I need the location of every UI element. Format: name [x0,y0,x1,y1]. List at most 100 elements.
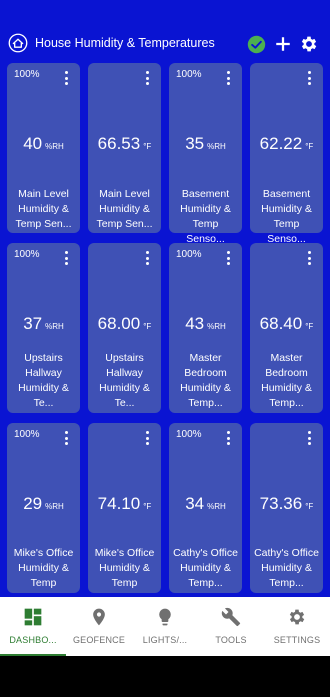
settings-gear-icon[interactable] [299,34,319,54]
reading-unit: %RH [45,142,64,151]
tile-label: Master Bedroom Humidity & Temp... [180,352,231,409]
wrench-icon [221,607,241,627]
tile-label: Basement Humidity & Temp Senso... [180,188,231,245]
reading-number: 40 [23,134,43,153]
tile-label: Mike's Office Humidity & Temp [94,547,155,589]
reading-number: 35 [185,134,205,153]
reading-number: 37 [23,314,43,333]
tile-label: Mike's Office Humidity & Temp [13,547,74,589]
reading-number: 29 [23,494,43,513]
app-root: House Humidity & Temperatures 100% 40 %RH… [0,0,330,656]
active-tab-indicator [0,654,66,656]
reading-unit: %RH [207,322,226,331]
reading-number: 68.40 [259,314,303,333]
more-options-icon[interactable] [62,71,70,85]
tile-value: 34 %RH [169,494,242,514]
tile-label: Upstairs Hallway Humidity & Te... [99,352,150,409]
nav-tools[interactable]: TOOLS [198,597,264,656]
battery-percent: 100% [14,429,40,440]
nav-dashboard[interactable]: DASHBO... [0,597,66,656]
reading-number: 73.36 [259,494,303,513]
home-icon[interactable] [8,33,28,53]
tile-value: 68.40 °F [250,314,323,334]
nav-label: SETTINGS [273,635,321,645]
battery-percent: 100% [176,249,202,260]
reading-number: 62.22 [259,134,303,153]
more-options-icon[interactable] [143,251,151,265]
check-circle-icon[interactable] [247,35,266,54]
tile-basement-temperature[interactable]: 62.22 °F Basement Humidity & Temp Senso..… [250,63,323,245]
reading-unit: °F [305,322,314,331]
reading-unit: °F [305,502,314,511]
more-options-icon[interactable] [143,71,151,85]
reading-unit: °F [305,142,314,151]
tile-mikes-office-temperature[interactable]: 74.10 °F Mike's Office Humidity & Temp [88,423,161,593]
tile-main-level-humidity[interactable]: 100% 40 %RH Main Level Humidity & Temp Se… [7,63,80,233]
more-options-icon[interactable] [62,431,70,445]
nav-lights[interactable]: LIGHTS/... [132,597,198,656]
tile-value: 29 %RH [7,494,80,514]
tile-label: Main Level Humidity & Temp Sen... [15,188,72,230]
nav-settings[interactable]: SETTINGS [264,597,330,656]
tile-label: Upstairs Hallway Humidity & Te... [18,352,69,409]
reading-unit: °F [143,142,152,151]
gear-icon [289,609,305,625]
reading-number: 66.53 [97,134,141,153]
nav-label: DASHBO... [9,635,57,645]
tile-value: 74.10 °F [88,494,161,514]
more-options-icon[interactable] [305,71,313,85]
more-options-icon[interactable] [224,431,232,445]
tile-upstairs-hallway-humidity[interactable]: 100% 37 %RH Upstairs Hallway Humidity & T… [7,243,80,413]
tile-label: Basement Humidity & Temp Senso... [261,188,312,245]
tile-label: Master Bedroom Humidity & Temp... [261,352,312,409]
tile-mikes-office-humidity[interactable]: 100% 29 %RH Mike's Office Humidity & Temp [7,423,80,593]
tile-label: Cathy's Office Humidity & Temp... [173,547,238,589]
nav-label: LIGHTS/... [142,635,188,645]
battery-percent: 100% [14,249,40,260]
tile-value: 35 %RH [169,134,242,154]
reading-unit: %RH [207,142,226,151]
reading-unit: %RH [207,502,226,511]
battery-percent: 100% [176,429,202,440]
tile-cathys-office-humidity[interactable]: 100% 34 %RH Cathy's Office Humidity & Tem… [169,423,242,593]
bottom-navigation: DASHBO... GEOFENCE LIGHTS/... TOOLS SETT… [0,597,330,656]
reading-unit: %RH [45,502,64,511]
tile-basement-humidity[interactable]: 100% 35 %RH Basement Humidity & Temp Sens… [169,63,242,245]
more-options-icon[interactable] [224,71,232,85]
tile-master-bedroom-temperature[interactable]: 68.40 °F Master Bedroom Humidity & Temp..… [250,243,323,413]
add-icon[interactable] [274,35,292,53]
reading-unit: %RH [45,322,64,331]
tile-value: 68.00 °F [88,314,161,334]
reading-unit: °F [143,322,152,331]
more-options-icon[interactable] [224,251,232,265]
lightbulb-icon [159,608,171,626]
tile-master-bedroom-humidity[interactable]: 100% 43 %RH Master Bedroom Humidity & Tem… [169,243,242,413]
more-options-icon[interactable] [305,431,313,445]
nav-label: GEOFENCE [72,635,126,645]
more-options-icon[interactable] [305,251,313,265]
reading-number: 34 [185,494,205,513]
tile-label: Main Level Humidity & Temp Sen... [96,188,153,230]
tile-value: 40 %RH [7,134,80,154]
dashboard-icon [24,608,42,626]
top-app-bar: House Humidity & Temperatures [0,0,330,60]
tile-value: 43 %RH [169,314,242,334]
battery-percent: 100% [14,69,40,80]
tile-upstairs-hallway-temperature[interactable]: 68.00 °F Upstairs Hallway Humidity & Te..… [88,243,161,413]
tile-value: 62.22 °F [250,134,323,154]
nav-label: TOOLS [215,635,247,645]
reading-number: 74.10 [97,494,141,513]
battery-percent: 100% [176,69,202,80]
tile-label: Cathy's Office Humidity & Temp... [254,547,319,589]
tile-main-level-temperature[interactable]: 66.53 °F Main Level Humidity & Temp Sen..… [88,63,161,233]
reading-number: 68.00 [97,314,141,333]
location-pin-icon [93,608,105,626]
tile-cathys-office-temperature[interactable]: 73.36 °F Cathy's Office Humidity & Temp..… [250,423,323,593]
more-options-icon[interactable] [143,431,151,445]
tile-value: 73.36 °F [250,494,323,514]
reading-unit: °F [143,502,152,511]
dashboard-title: House Humidity & Temperatures [35,36,215,50]
more-options-icon[interactable] [62,251,70,265]
nav-geofence[interactable]: GEOFENCE [66,597,132,656]
tile-value: 37 %RH [7,314,80,334]
